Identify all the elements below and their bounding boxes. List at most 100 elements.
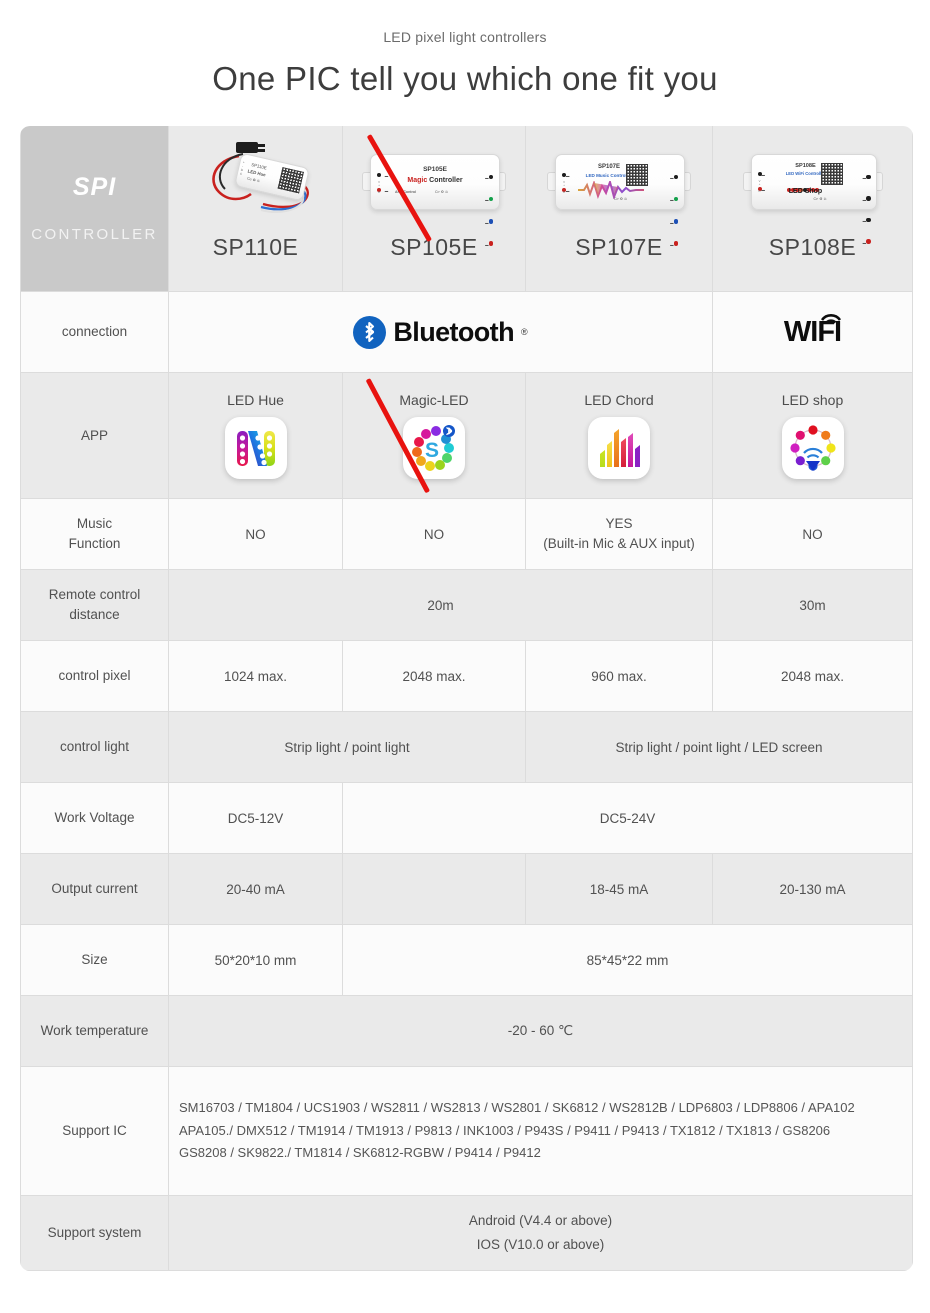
product-name-sp107e: SP107E [575, 234, 663, 260]
led-hue-app-icon [224, 417, 287, 479]
row-label-control-light: control light [20, 711, 169, 783]
row-label-control-pixel: control pixel [20, 640, 169, 712]
voltage-value-sp110e: DC5-12V [168, 782, 343, 854]
app-name-led-chord: LED Chord [584, 392, 654, 408]
qr-code-icon [820, 163, 843, 185]
sp108e-device-note: LED Shop [788, 188, 823, 195]
row-label-support-system: Support system [20, 1195, 169, 1271]
support-ic-line-1: SM16703 / TM1804 / UCS1903 / WS2811 / WS… [179, 1100, 855, 1116]
table-header-row: SPI CONTROLLER SP110E LED Hue C℮ ♻ ☠ + -… [20, 126, 913, 292]
row-label-music-function: Music Function [20, 498, 169, 570]
sp107e-device-photo: ▬ ▬ V+–D SP107E LED Music Controller [526, 126, 712, 247]
row-label-remote-distance: Remote control distance [20, 569, 169, 641]
current-value-sp110e: 20-40 mA [168, 853, 343, 925]
connection-bluetooth-cell: Bluetooth ® [168, 291, 713, 373]
remote-label-line2: distance [69, 607, 120, 622]
pixel-value-sp105e: 2048 max. [342, 640, 526, 712]
app-cell-led-shop[interactable]: LED shop [712, 372, 913, 499]
bluetooth-wordmark: Bluetooth [393, 316, 514, 347]
led-shop-app-icon [781, 417, 844, 479]
row-support-system: Support system Android (V4.4 or above) I… [20, 1195, 913, 1271]
spec-comparison-table: SPI CONTROLLER SP110E LED Hue C℮ ♻ ☠ + -… [20, 126, 913, 1271]
support-ic-line-3: GS8208 / SK9822./ TM1814 / SK6812-RGBW /… [179, 1145, 541, 1161]
led-chord-app-icon [588, 417, 650, 479]
app-name-magic-led: Magic-LED [399, 392, 469, 408]
pixel-value-sp107e: 960 max. [525, 640, 713, 712]
sp110e-device-photo: SP110E LED Hue C℮ ♻ ☠ + - D C [169, 126, 342, 234]
pin-labels: + - D C [239, 160, 245, 176]
music-value-sp108e: NO [712, 498, 913, 570]
music-value-sp107e: YES (Built-in Mic & AUX input) [525, 498, 713, 570]
remote-value-sp108e: 30m [712, 569, 913, 641]
row-work-temperature: Work temperature -20 - 60 ℃ [20, 995, 913, 1067]
row-label-app: APP [20, 372, 169, 499]
current-value-sp107e: 18-45 mA [525, 853, 713, 925]
row-label-work-temperature: Work temperature [20, 995, 169, 1067]
row-remote-distance: Remote control distance 20m 30m [20, 569, 913, 641]
support-ic-line-2: APA105./ DMX512 / TM1914 / TM1913 / P981… [179, 1122, 831, 1138]
music-value-sp107e-main: YES [605, 515, 633, 531]
support-ic-value: SM16703 / TM1804 / UCS1903 / WS2811 / WS… [168, 1066, 913, 1196]
product-cell-sp105e[interactable]: ▬ ▬ V + – D SP105E Magic Controller APP Con… [342, 126, 526, 292]
sp107e-output-leds: ▬ ▬ ▬ ▬ [670, 164, 678, 253]
app-name-led-hue: LED Hue [227, 392, 284, 408]
row-label-connection: connection [20, 291, 169, 373]
page-title: One PIC tell you which one fit you [212, 60, 718, 97]
sp108e-output-leds: ▬ ▬ ▬ ▬ [863, 164, 871, 250]
music-value-sp105e: NO [342, 498, 526, 570]
qr-code-icon [277, 167, 304, 194]
product-name-sp105e: SP105E [390, 234, 478, 260]
remote-label-line1: Remote control [48, 586, 141, 602]
spi-subtitle: CONTROLLER [31, 225, 158, 243]
app-cell-led-hue[interactable]: LED Hue [168, 372, 343, 499]
wifi-signal-icon [821, 313, 842, 324]
support-system-line-2: IOS (V10.0 or above) [476, 1237, 605, 1252]
row-output-current: Output current 20-40 mA 18-45 mA 20-130 … [20, 853, 913, 925]
light-value-right: Strip light / point light / LED screen [525, 711, 913, 783]
registered-mark: ® [520, 327, 528, 337]
row-label-work-voltage: Work Voltage [20, 782, 169, 854]
product-name-sp108e: SP108E [768, 234, 857, 260]
row-app: APP LED Hue Magic-LED S LED Chord LED sh… [20, 372, 913, 499]
row-music-function: Music Function NO NO YES (Built-in Mic &… [20, 498, 913, 570]
cert-marks: C℮ ♻ ☠ [813, 197, 827, 201]
product-cell-sp108e[interactable]: ▬ ▬ V + – D SP108E LED WiFi Controller LED … [712, 126, 913, 292]
row-control-light: control light Strip light / point light … [20, 711, 913, 783]
app-name-led-shop: LED shop [781, 392, 844, 408]
size-value-sp110e: 50*20*10 mm [168, 924, 343, 996]
app-cell-magic-led[interactable]: Magic-LED S [342, 372, 526, 499]
music-label-line2: Function [68, 536, 121, 551]
cert-marks: C℮ ♻ ☠ [614, 197, 628, 201]
pixel-value-sp108e: 2048 max. [712, 640, 913, 712]
current-value-sp105e [342, 853, 526, 925]
light-value-left: Strip light / point light [168, 711, 526, 783]
row-connection: connection Bluetooth ® WIFI [20, 291, 913, 373]
qr-code-icon [626, 164, 648, 186]
size-value-rest: 85*45*22 mm [342, 924, 913, 996]
app-cell-led-chord[interactable]: LED Chord [525, 372, 713, 499]
row-work-voltage: Work Voltage DC5-12V DC5-24V [20, 782, 913, 854]
svg-text:S: S [425, 439, 439, 462]
product-cell-sp110e[interactable]: SP110E LED Hue C℮ ♻ ☠ + - D C SP110E [168, 126, 343, 292]
row-support-ic: Support IC SM16703 / TM1804 / UCS1903 / … [20, 1066, 913, 1196]
page-kicker: LED pixel light controllers [383, 29, 547, 45]
support-system-value: Android (V4.4 or above) IOS (V10.0 or ab… [168, 1195, 913, 1271]
connection-wifi-cell: WIFI [712, 291, 913, 373]
row-label-size: Size [20, 924, 169, 996]
music-label-line1: Music [76, 515, 113, 531]
music-value-sp110e: NO [168, 498, 343, 570]
product-name-sp110e: SP110E [212, 234, 299, 260]
spi-controller-corner-cell: SPI CONTROLLER [20, 126, 169, 292]
sp105e-output-leds: ▬ ▬ ▬ ▬ [485, 164, 493, 253]
comparison-page: LED pixel light controllers One PIC tell… [0, 0, 930, 1313]
music-value-sp107e-note: (Built-in Mic & AUX input) [543, 536, 695, 551]
cert-marks: C℮ ♻ ☠ [435, 190, 449, 194]
product-cell-sp107e[interactable]: ▬ ▬ V+–D SP107E LED Music Controller [525, 126, 713, 292]
temperature-value: -20 - 60 ℃ [168, 995, 913, 1067]
row-control-pixel: control pixel 1024 max. 2048 max. 960 ma… [20, 640, 913, 712]
row-label-support-ic: Support IC [20, 1066, 169, 1196]
sp108e-device-photo: ▬ ▬ V + – D SP108E LED WiFi Controller LED … [713, 126, 912, 245]
cert-marks: C℮ ♻ ☠ [246, 176, 260, 184]
bluetooth-icon [353, 315, 387, 349]
row-label-output-current: Output current [20, 853, 169, 925]
